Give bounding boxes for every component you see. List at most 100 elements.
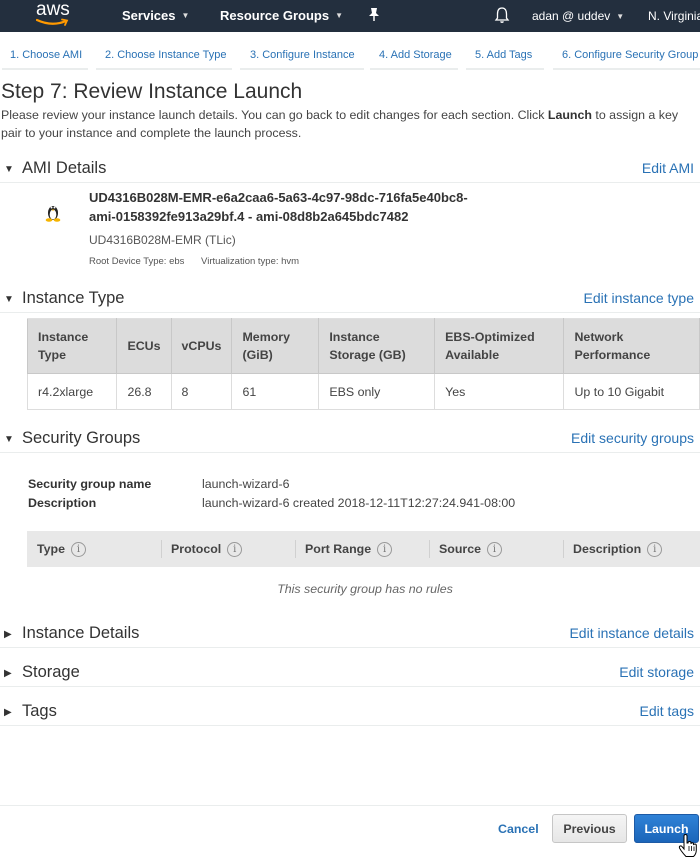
virtualization-type: Virtualization type: hvm [201, 256, 300, 267]
column-header-type: Type i [27, 531, 161, 567]
account-name: adan @ uddev [532, 9, 611, 23]
resource-groups-menu[interactable]: Resource Groups ▼ [220, 8, 343, 23]
chevron-down-icon: ▼ [335, 11, 344, 20]
step-add-storage[interactable]: 4. Add Storage [379, 49, 452, 61]
section-storage: ▶ Storage Edit storage [0, 661, 700, 687]
column-header-description: Description i [563, 531, 700, 567]
chevron-down-icon: ▼ [181, 11, 190, 20]
instance-type-table: Instance Type ECUs vCPUs Memory (GiB) Inst… [26, 318, 700, 410]
section-title[interactable]: Instance Type [22, 289, 124, 308]
linux-penguin-icon [45, 202, 61, 227]
pin-icon[interactable] [367, 7, 381, 26]
sg-name-label: Security group name [28, 477, 152, 491]
intro-text: Please review your instance launch detai… [1, 108, 548, 122]
page-intro: Please review your instance launch detai… [1, 106, 697, 142]
page-title: Step 7: Review Instance Launch [1, 80, 303, 103]
account-menu[interactable]: adan @ uddev ▼ [532, 9, 624, 23]
edit-storage-link[interactable]: Edit storage [619, 664, 694, 680]
edit-tags-link[interactable]: Edit tags [640, 703, 694, 719]
section-instance-details: ▶ Instance Details Edit instance details [0, 622, 700, 648]
step-divider [240, 68, 364, 70]
empty-rules-message: This security group has no rules [277, 582, 453, 596]
step-add-tags[interactable]: 5. Add Tags [475, 49, 532, 61]
step-divider [553, 68, 700, 70]
section-title[interactable]: Security Groups [22, 429, 140, 448]
step-divider [96, 68, 232, 70]
caret-down-icon[interactable]: ▼ [4, 294, 14, 305]
section-title[interactable]: Storage [22, 663, 80, 682]
bell-icon[interactable] [494, 6, 510, 27]
section-instance-type: ▼ Instance Type Edit instance type [0, 287, 700, 313]
sg-name-value: launch-wizard-6 [202, 477, 290, 491]
step-divider [370, 68, 458, 70]
resource-groups-label: Resource Groups [220, 8, 330, 23]
info-icon[interactable]: i [227, 541, 243, 557]
section-title[interactable]: Instance Details [22, 624, 139, 643]
sg-description-label: Description [28, 496, 97, 510]
column-header: Instance Type [26, 318, 118, 374]
edit-instance-details-link[interactable]: Edit instance details [569, 625, 694, 641]
cell-network-performance: Up to 10 Gigabit [563, 373, 700, 410]
previous-button[interactable]: Previous [552, 814, 627, 843]
column-header: EBS-Optimized Available [434, 318, 565, 374]
caret-right-icon[interactable]: ▶ [4, 668, 12, 679]
info-icon[interactable]: i [377, 541, 393, 557]
caret-right-icon[interactable]: ▶ [4, 707, 12, 718]
table-header-row: Instance Type ECUs vCPUs Memory (GiB) Inst… [26, 318, 700, 374]
region-menu[interactable]: N. Virginia [648, 9, 700, 23]
cancel-button[interactable]: Cancel [498, 822, 539, 836]
region-name: N. Virginia [648, 9, 700, 23]
ami-name: UD4316B028M-EMR-e6a2caa6-5a63-4c97-98dc-… [89, 188, 489, 226]
step-divider [466, 68, 544, 70]
hand-cursor-icon [678, 833, 698, 859]
intro-bold: Launch [547, 108, 592, 122]
cell-ecus: 26.8 [116, 373, 172, 410]
ami-description: UD4316B028M-EMR (TLic) [89, 233, 236, 247]
column-header: Memory (GiB) [231, 318, 320, 374]
footer-divider [0, 805, 700, 806]
top-nav-bar: aws Services ▼ Resource Groups ▼ adan @ … [0, 0, 700, 32]
column-header-port-range: Port Range i [295, 531, 429, 567]
section-security-groups: ▼ Security Groups Edit security groups [0, 427, 700, 453]
column-header: Network Performance [563, 318, 700, 374]
step-choose-instance-type[interactable]: 2. Choose Instance Type [105, 49, 227, 61]
section-ami-details: ▼ AMI Details Edit AMI [0, 157, 700, 183]
table-row: r4.2xlarge 26.8 8 61 EBS only Yes Up to … [26, 373, 700, 410]
info-icon[interactable]: i [487, 541, 503, 557]
edit-instance-type-link[interactable]: Edit instance type [583, 290, 694, 306]
ami-name-line: ami-0158392fe913a29bf.4 - ami-08d8b2a645… [89, 209, 409, 224]
step-divider [2, 68, 88, 70]
cell-memory: 61 [231, 373, 320, 410]
column-header: ECUs [116, 318, 172, 374]
info-icon[interactable]: i [647, 541, 663, 557]
rules-table-header: Type i Protocol i Port Range i Source i Desc… [27, 531, 700, 567]
column-header: Instance Storage (GB) [318, 318, 436, 374]
step-choose-ami[interactable]: 1. Choose AMI [10, 49, 82, 61]
ami-meta: Root Device Type: ebs Virtualization typ… [89, 256, 313, 267]
aws-smile-icon [36, 18, 69, 26]
cell-vcpus: 8 [170, 373, 233, 410]
root-device-type: Root Device Type: ebs [89, 256, 185, 267]
cell-instance-type: r4.2xlarge [26, 373, 118, 410]
section-title[interactable]: AMI Details [22, 159, 106, 178]
column-header-protocol: Protocol i [161, 531, 295, 567]
section-tags: ▶ Tags Edit tags [0, 700, 700, 726]
aws-logo[interactable]: aws [34, 0, 76, 29]
step-configure-instance[interactable]: 3. Configure Instance [250, 49, 355, 61]
edit-ami-link[interactable]: Edit AMI [642, 160, 694, 176]
cell-instance-storage: EBS only [318, 373, 436, 410]
column-header: vCPUs [170, 318, 233, 374]
caret-down-icon[interactable]: ▼ [4, 164, 14, 175]
section-title[interactable]: Tags [22, 702, 57, 721]
sg-description-value: launch-wizard-6 created 2018-12-11T12:27… [202, 496, 516, 510]
chevron-down-icon: ▼ [616, 11, 625, 21]
services-label: Services [122, 8, 176, 23]
caret-right-icon[interactable]: ▶ [4, 629, 12, 640]
column-header-source: Source i [429, 531, 563, 567]
step-configure-security-group[interactable]: 6. Configure Security Group [562, 49, 698, 61]
ami-name-line: UD4316B028M-EMR-e6a2caa6-5a63-4c97-98dc-… [89, 190, 468, 205]
edit-security-groups-link[interactable]: Edit security groups [571, 430, 694, 446]
caret-down-icon[interactable]: ▼ [4, 434, 14, 445]
services-menu[interactable]: Services ▼ [122, 8, 189, 23]
info-icon[interactable]: i [71, 541, 86, 557]
